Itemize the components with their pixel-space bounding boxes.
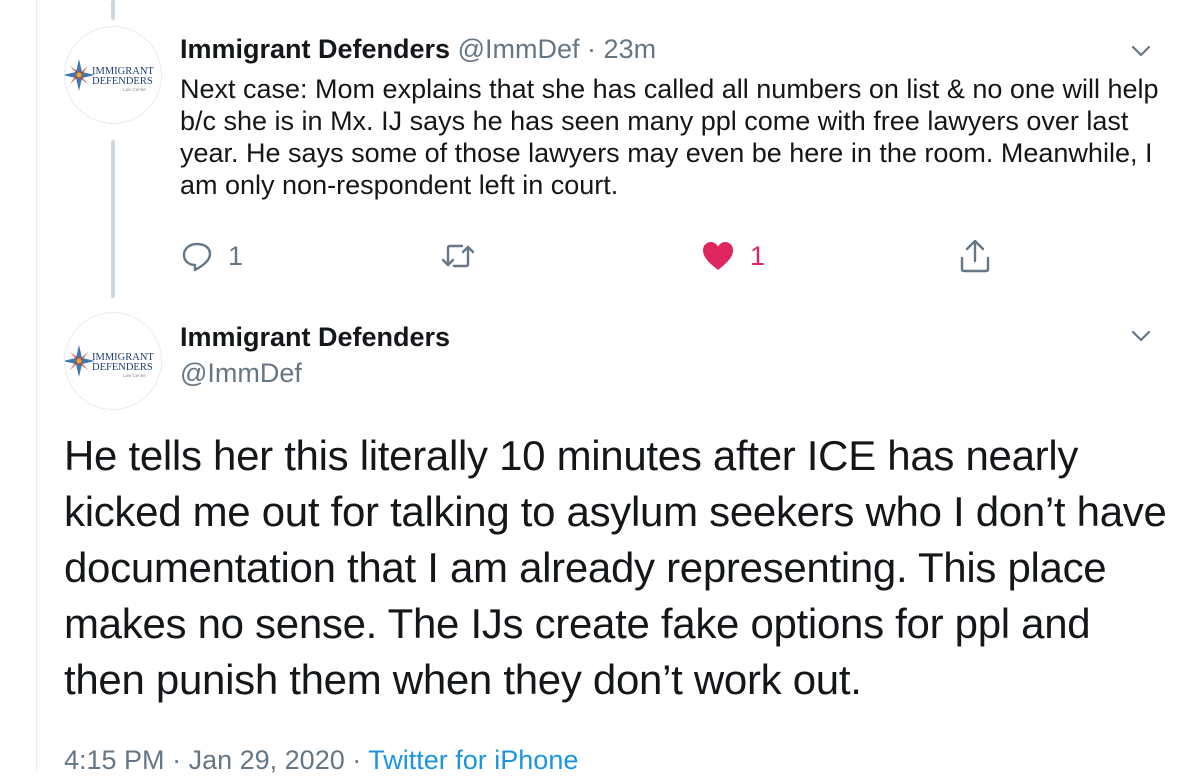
like-button[interactable]: 1 xyxy=(700,236,765,276)
tweet-meta: 4:15 PM · Jan 29, 2020 · Twitter for iPh… xyxy=(64,742,578,778)
tweet-text: Next case: Mom explains that she has cal… xyxy=(180,74,1159,200)
retweet-button[interactable] xyxy=(440,236,476,276)
avatar-logo-text-3: Law Center xyxy=(123,87,147,92)
chevron-down-icon[interactable] xyxy=(1128,323,1154,349)
handle[interactable]: @ImmDef xyxy=(458,34,580,64)
handle[interactable]: @ImmDef xyxy=(180,356,302,390)
separator-dot: · xyxy=(587,34,597,64)
immigrant-defenders-logo: IMMIGRANT DEFENDERS Law Center xyxy=(65,345,154,378)
tweet-text: He tells her this literally 10 minutes a… xyxy=(64,432,1167,703)
like-count: 1 xyxy=(750,240,766,271)
tweet-header: Immigrant Defenders xyxy=(180,320,450,354)
share-icon xyxy=(960,239,990,273)
chevron-down-icon[interactable] xyxy=(1128,38,1154,64)
timestamp-date[interactable]: Jan 29, 2020 xyxy=(189,745,345,775)
avatar[interactable]: IMMIGRANT DEFENDERS Law Center xyxy=(64,26,162,124)
share-button[interactable] xyxy=(958,236,992,276)
display-name[interactable]: Immigrant Defenders xyxy=(180,322,450,352)
tweet-header: Immigrant Defenders @ImmDef · 23m xyxy=(180,32,656,66)
timestamp-time[interactable]: 4:15 PM xyxy=(64,745,165,775)
avatar-logo-text-2: DEFENDERS xyxy=(92,362,153,373)
avatar-logo-text-2: DEFENDERS xyxy=(92,76,153,87)
avatar[interactable]: IMMIGRANT DEFENDERS Law Center xyxy=(64,312,162,410)
tweet-actions: 1 1 xyxy=(180,236,1000,276)
immigrant-defenders-logo: IMMIGRANT DEFENDERS Law Center xyxy=(65,59,154,92)
reply-icon xyxy=(182,242,212,272)
thread-line-middle xyxy=(111,140,115,298)
display-name[interactable]: Immigrant Defenders xyxy=(180,34,450,64)
thread-line-top xyxy=(111,0,115,20)
source-link[interactable]: Twitter for iPhone xyxy=(368,745,578,775)
retweet-icon xyxy=(441,244,475,268)
reply-button[interactable]: 1 xyxy=(180,236,243,276)
avatar-logo-text-3: Law Center xyxy=(123,373,147,378)
reply-count: 1 xyxy=(228,240,244,271)
heart-icon xyxy=(703,242,733,270)
timestamp[interactable]: 23m xyxy=(604,34,657,64)
separator-dot: · xyxy=(172,745,182,775)
separator-dot: · xyxy=(352,745,362,775)
